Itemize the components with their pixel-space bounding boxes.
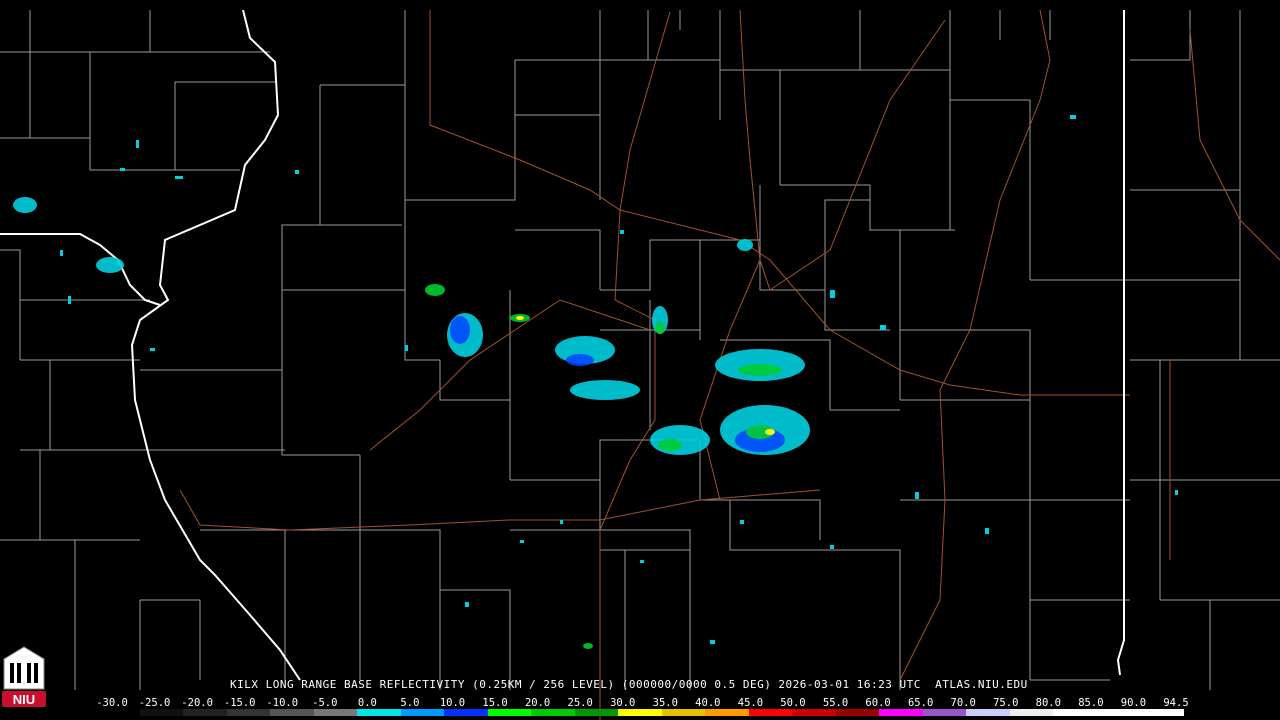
colorbar-tick: -25.0	[138, 697, 171, 709]
colorbar-segment	[444, 709, 488, 716]
colorbar-segment	[1053, 709, 1097, 716]
colorbar	[96, 709, 1184, 716]
colorbar-tick: 45.0	[737, 697, 764, 709]
colorbar-tick: 0.0	[357, 697, 377, 709]
colorbar-segment	[270, 709, 314, 716]
colorbar-tick: 75.0	[993, 697, 1019, 709]
colorbar-tick: 40.0	[695, 697, 721, 709]
colorbar-segment	[139, 709, 184, 716]
colorbar-segment	[313, 709, 358, 716]
colorbar-segment	[661, 709, 706, 716]
product-caption: KILX LONG RANGE BASE REFLECTIVITY (0.25K…	[230, 678, 1028, 691]
colorbar-segment	[835, 709, 880, 716]
radar-map	[0, 9, 1280, 720]
colorbar-tick: 90.0	[1120, 697, 1147, 709]
colorbar-segment	[574, 709, 619, 716]
colorbar-tick: -5.0	[312, 697, 338, 709]
colorbar-tick: 15.0	[482, 697, 508, 709]
colorbar-tick: -20.0	[181, 697, 213, 709]
colorbar-tick: 50.0	[780, 697, 806, 709]
county-boundaries	[0, 10, 1280, 690]
colorbar-tick: -15.0	[223, 697, 256, 709]
colorbar-segment	[1009, 709, 1054, 716]
colorbar-segment	[922, 709, 967, 716]
colorbar-segment	[792, 709, 836, 716]
colorbar-segment	[400, 709, 445, 716]
colorbar-tick: 55.0	[822, 697, 849, 709]
colorbar-tick: 20.0	[524, 697, 551, 709]
colorbar-tick-labels: -30.0 -25.0 -20.0 -15.0 -10.0 -5.0 0.0 5.0 10.0 1…	[0, 697, 1280, 709]
colorbar-segment	[879, 709, 923, 716]
colorbar-tick: 80.0	[1035, 697, 1061, 709]
colorbar-segment	[183, 709, 227, 716]
colorbar-tick: -30.0	[96, 697, 128, 709]
radar-echoes	[13, 115, 1178, 649]
colorbar-segment	[618, 709, 662, 716]
colorbar-tick: 5.0	[400, 697, 420, 709]
colorbar-segment	[1140, 709, 1184, 716]
colorbar-tick: 65.0	[907, 697, 934, 709]
colorbar-tick: 94.5	[1163, 697, 1189, 709]
colorbar-tick: 70.0	[950, 697, 976, 709]
colorbar-tick: 85.0	[1078, 697, 1104, 709]
colorbar-segment	[531, 709, 575, 716]
colorbar-segment	[748, 709, 793, 716]
colorbar-segment	[487, 709, 532, 716]
colorbar-segment	[357, 709, 401, 716]
colorbar-tick: 30.0	[610, 697, 636, 709]
colorbar-tick: 35.0	[652, 697, 678, 709]
colorbar-tick: -10.0	[266, 697, 299, 709]
colorbar-segment	[1096, 709, 1141, 716]
colorbar-segment	[226, 709, 271, 716]
colorbar-tick: 10.0	[439, 697, 466, 709]
colorbar-segment	[96, 709, 140, 716]
colorbar-segment	[705, 709, 749, 716]
colorbar-segment	[966, 709, 1010, 716]
colorbar-tick: 60.0	[865, 697, 891, 709]
colorbar-tick: 25.0	[567, 697, 593, 709]
